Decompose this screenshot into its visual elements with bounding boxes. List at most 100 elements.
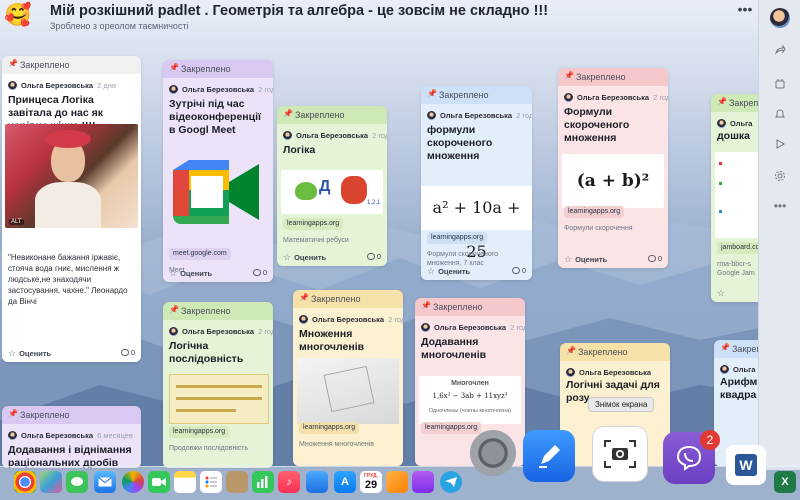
princess-image: ALT	[5, 124, 138, 228]
post-card-polynomials[interactable]: 📌Закреплено Ольга Березовська 2 года Мно…	[293, 290, 403, 466]
rate-button[interactable]: ☆	[717, 288, 728, 299]
rate-button[interactable]: ☆ Оценить	[8, 348, 51, 359]
pinned-label: 📌 Закреп	[717, 97, 759, 108]
post-card-sequence[interactable]: 📌Закреплено Ольга Березовська 2 года Лог…	[163, 302, 273, 468]
system-settings-icon[interactable]	[470, 430, 516, 476]
reminders-icon[interactable]	[200, 471, 222, 493]
post-footer: ☆ Оценить 0	[558, 250, 668, 268]
pages-icon[interactable]	[386, 471, 408, 493]
comment-icon	[252, 269, 261, 276]
post-title: Додавання многочленів	[421, 336, 487, 361]
star-icon: ☆	[427, 266, 436, 276]
star-icon: ☆	[283, 252, 292, 262]
numbers-icon[interactable]	[252, 471, 274, 493]
gear-icon[interactable]	[770, 166, 790, 186]
notes-icon[interactable]	[174, 471, 196, 493]
post-card-princess[interactable]: 📌 Закреплено Ольга Березовська 2 дня Прин…	[2, 56, 141, 362]
post-title: Арифм квадра	[720, 376, 758, 401]
rebus-image: Д 1,2,1	[281, 170, 383, 214]
header-more-button[interactable]: •••	[736, 2, 754, 18]
freeform-icon[interactable]	[523, 430, 575, 482]
author-row: Ольга Березовська	[566, 366, 655, 378]
comment-count[interactable]: 0	[120, 348, 135, 357]
post-card-formulas-pink[interactable]: 📌Закреплено Ольга Березовська 2 года Фор…	[558, 68, 668, 268]
author-avatar	[169, 84, 178, 94]
mail-icon[interactable]	[94, 471, 116, 493]
comment-count[interactable]: 0	[511, 266, 526, 275]
keynote-icon[interactable]	[306, 471, 328, 493]
post-footer: ☆	[711, 284, 759, 302]
play-icon[interactable]	[770, 134, 790, 154]
link-url[interactable]: learningapps.org	[283, 218, 344, 230]
post-card-jamboard[interactable]: 📌 Закреп Ольга дошка jamboard.co rma-bbcr…	[711, 94, 759, 302]
share-icon[interactable]	[770, 40, 790, 60]
messages-icon[interactable]	[66, 471, 88, 493]
keychain-icon[interactable]	[226, 471, 248, 493]
word-icon[interactable]: W	[726, 445, 766, 485]
chrome-icon[interactable]	[14, 471, 36, 493]
app-store-icon[interactable]: A	[334, 471, 356, 493]
post-title: Формули скороченого множення	[564, 106, 630, 144]
music-icon[interactable]: ♪	[278, 471, 300, 493]
author-avatar	[283, 130, 292, 140]
formula-image: a² + 10a + 25	[421, 186, 532, 261]
post-title: формули скороченого множення	[427, 124, 493, 162]
alt-badge[interactable]: ALT	[9, 219, 24, 225]
author-avatar	[169, 326, 178, 336]
pinned-label: 📌 Закреплено	[566, 346, 628, 357]
screenshot-tooltip: Знімок екрана	[588, 397, 655, 412]
pin-icon: 📌	[427, 89, 437, 98]
author-avatar	[717, 118, 726, 128]
excel-icon[interactable]: X	[774, 471, 796, 493]
pinned-label: 📌 Закреплено	[299, 293, 361, 304]
photos-icon[interactable]	[122, 471, 144, 493]
comment-count[interactable]: 0	[252, 268, 267, 277]
facetime-icon[interactable]	[148, 471, 170, 493]
bell-icon[interactable]	[770, 104, 790, 124]
link-url[interactable]: learningapps.org	[564, 206, 625, 218]
maps-icon[interactable]	[40, 471, 62, 493]
rate-button[interactable]: ☆ Оценить	[564, 254, 607, 265]
post-card-rational-fractions[interactable]: 📌 Закреплено Ольга Березовська 6 месяцев …	[2, 406, 141, 468]
screenshot-app-icon[interactable]	[592, 426, 648, 482]
user-avatar[interactable]	[770, 8, 790, 28]
author-row: Ольга Березовська 2 года	[283, 129, 387, 141]
page-title: Мій розкішний padlet . Геометрія та алге…	[50, 3, 549, 19]
link-url[interactable]: meet.google.com	[169, 248, 231, 260]
polynomial-image: Многочлен 1,6x² − 3ab + 11xyz³ Одночлены…	[419, 376, 521, 424]
pinned-label: 📌 Закреплено	[8, 409, 70, 420]
link-url[interactable]: learningapps.org	[427, 232, 488, 244]
jamboard-image	[715, 152, 759, 238]
remake-icon[interactable]	[770, 74, 790, 94]
calendar-icon[interactable]: ГРУД. 29	[360, 471, 382, 493]
post-card-logic[interactable]: 📌Закреплено Ольга Березовська 2 года Лог…	[277, 106, 387, 266]
toolbar-more-icon[interactable]: •••	[770, 196, 790, 216]
link-caption: Множення многочленів	[299, 441, 375, 448]
padlet-header: 🥰 Мій розкішний padlet . Геометрія та ал…	[0, 0, 760, 36]
link-url[interactable]: learningapps.org	[169, 426, 230, 438]
rate-button[interactable]: ☆ Оценить	[427, 266, 470, 277]
telegram-icon[interactable]	[440, 471, 462, 493]
podcasts-icon[interactable]	[412, 471, 434, 493]
pin-icon: 📌	[283, 109, 293, 118]
author-avatar	[8, 80, 17, 90]
author-row: Ольга Березовська 6 месяцев	[8, 429, 133, 441]
post-title: Логіка	[283, 144, 316, 156]
link-url[interactable]: learningapps.org	[421, 422, 482, 434]
rate-button[interactable]: ☆ Оценить	[169, 268, 212, 279]
author-row: Ольга Березовська 2 дня	[8, 79, 116, 91]
comment-count[interactable]: 0	[647, 254, 662, 263]
rate-button[interactable]: ☆ Оценить	[283, 252, 326, 263]
pin-icon: 📌	[566, 346, 576, 355]
link-url[interactable]: jamboard.co	[717, 242, 759, 254]
post-card-meet[interactable]: 📌Закреплено Ольга Березовська 2 года Зут…	[163, 60, 273, 282]
author-avatar	[564, 92, 573, 102]
post-title: дошка	[717, 130, 750, 142]
author-row: Ольга Березовська 2 года	[169, 325, 273, 337]
comment-count[interactable]: 0	[366, 252, 381, 261]
author-row: Ольга	[717, 117, 756, 129]
link-url[interactable]: learningapps.org	[299, 422, 360, 434]
star-icon: ☆	[8, 348, 17, 358]
post-card-formulas-blue[interactable]: 📌Закреплено Ольга Березовська 2 года фор…	[421, 86, 532, 280]
author-avatar	[566, 367, 575, 377]
